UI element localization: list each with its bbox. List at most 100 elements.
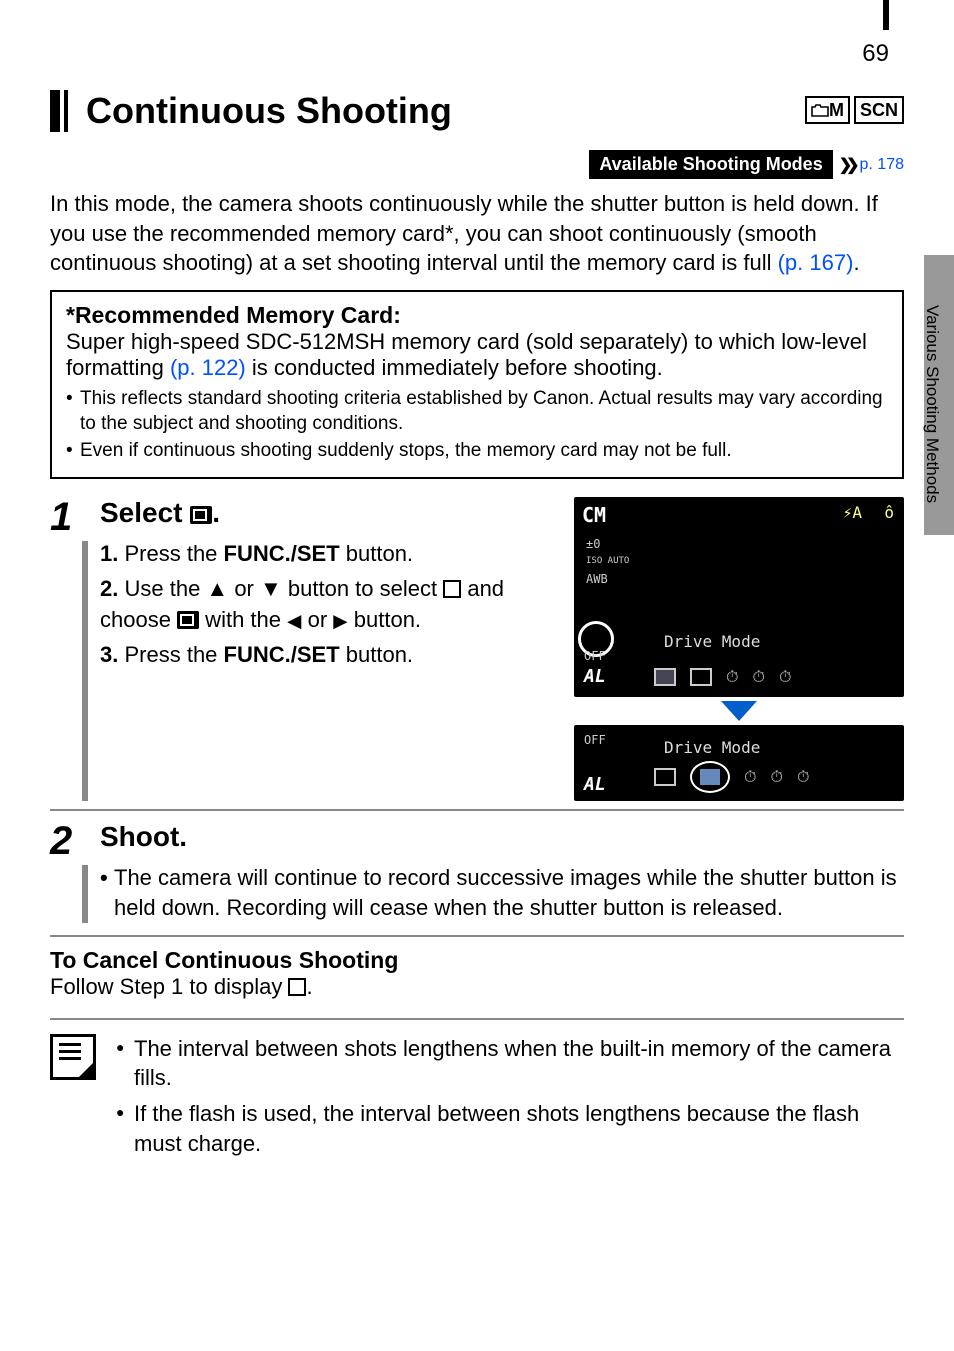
drive-timer-10-icon: ⏱ <box>744 767 756 787</box>
top-edge-marker <box>883 0 889 30</box>
step-1-sub-1: 1. Press the FUNC./SET button. <box>100 539 560 570</box>
note-1: The interval between shots lengthens whe… <box>116 1034 904 1093</box>
box-body: Super high-speed SDC-512MSH memory card … <box>66 329 888 381</box>
drive-continuous-selected-icon <box>690 761 730 793</box>
sub-2g: button. <box>348 607 421 632</box>
box-body-b: is conducted immediately before shooting… <box>246 355 663 380</box>
up-arrow-icon <box>206 576 228 601</box>
continuous-icon <box>190 506 212 524</box>
screen-iso: ISO AUTO <box>586 557 629 566</box>
screen2-al: AL <box>584 774 606 795</box>
step-1-heading: Select . <box>100 497 560 529</box>
sub-3a: Press the <box>124 642 223 667</box>
title-bar-thin <box>64 90 68 132</box>
step-2-bullet: The camera will continue to record succe… <box>100 863 904 922</box>
box-bullet-1: This reflects standard shooting criteria… <box>66 387 888 436</box>
screen-left-column: ±0 ISO AUTO AWB <box>586 537 629 586</box>
note-block: The interval between shots lengthens whe… <box>50 1018 904 1165</box>
camera-screen-bottom: OFF AL Drive Mode ⏱ ⏱ ⏱ <box>574 725 904 801</box>
box-bullet-2: Even if continuous shooting suddenly sto… <box>66 439 888 464</box>
recommended-card-box: *Recommended Memory Card: Super high-spe… <box>50 290 904 479</box>
mode-icon-camera-m: M <box>805 96 850 124</box>
camera-screen-top: CM ⚡A ô ±0 ISO AUTO AWB OFF AL Drive Mod… <box>574 497 904 697</box>
drive-timer-2-icon: ⏱ <box>770 767 782 787</box>
step-1-heading-post: . <box>212 497 220 528</box>
continuous-icon <box>177 611 199 629</box>
drive-timer-10-icon: ⏱ <box>726 667 738 687</box>
sub-2f: or <box>301 607 333 632</box>
screen-al: AL <box>584 666 606 687</box>
left-arrow-icon <box>287 607 301 632</box>
cancel-section: To Cancel Continuous Shooting Follow Ste… <box>50 935 904 1000</box>
step-num-wrap: 2 <box>50 821 88 922</box>
intro-paragraph: In this mode, the camera shoots continuo… <box>50 189 904 278</box>
sub-3b: button. <box>340 642 413 667</box>
chevrons-icon: ❯❯ <box>839 155 854 175</box>
drive-timer-2-icon: ⏱ <box>752 667 764 687</box>
single-shot-icon <box>288 978 306 996</box>
note-2: If the flash is used, the interval betwe… <box>116 1099 904 1158</box>
sub-num-1: 1. <box>100 541 118 566</box>
screen-drive-mode-label: Drive Mode <box>664 632 760 651</box>
step-2: 2 Shoot. The camera will continue to rec… <box>50 809 904 922</box>
screen2-drive-mode-label: Drive Mode <box>664 738 760 757</box>
step-1-heading-pre: Select <box>100 497 190 528</box>
box-link[interactable]: (p. 122) <box>170 355 246 380</box>
sub-1b: button. <box>340 541 413 566</box>
drive-continuous-icon <box>690 668 712 686</box>
step-1-number: 1 <box>50 497 88 537</box>
box-title: *Recommended Memory Card: <box>66 302 888 329</box>
down-triangle-icon <box>721 701 757 721</box>
screen-awb: AWB <box>586 572 629 586</box>
cancel-text: Follow Step 1 to display . <box>50 974 904 1000</box>
sub-num-3: 3. <box>100 642 118 667</box>
page-title: Continuous Shooting <box>86 90 805 132</box>
available-modes-row: Available Shooting Modes ❯❯ p. 178 <box>50 150 904 179</box>
sub-1a: Press the <box>124 541 223 566</box>
cancel-text-b: . <box>306 974 312 999</box>
sub-2c: button to select <box>282 576 443 601</box>
side-section-label: Various Shooting Methods <box>922 305 942 503</box>
step-1-sub-2: 2. Use the or button to select and choos… <box>100 574 560 636</box>
step-2-number: 2 <box>50 821 88 861</box>
intro-text-a: In this mode, the camera shoots continuo… <box>50 191 878 275</box>
step-1-sub-3: 3. Press the FUNC./SET button. <box>100 640 560 671</box>
screen-lock-icon: ô <box>884 503 894 522</box>
step-1: 1 Select . 1. Press the FUNC./SET button… <box>50 497 904 801</box>
single-shot-icon <box>443 580 461 598</box>
sub-2a: Use the <box>124 576 206 601</box>
available-modes-link[interactable]: p. 178 <box>860 156 904 174</box>
drive-timer-custom-icon: ⏱ <box>797 767 809 787</box>
cancel-title: To Cancel Continuous Shooting <box>50 947 904 974</box>
sub-3-bold: FUNC./SET <box>224 642 340 667</box>
camera-screen-illustration: CM ⚡A ô ±0 ISO AUTO AWB OFF AL Drive Mod… <box>574 497 904 801</box>
sub-1-bold: FUNC./SET <box>224 541 340 566</box>
sub-num-2: 2. <box>100 576 118 601</box>
screen-drive-mode-row: ⏱ ⏱ ⏱ <box>654 667 791 687</box>
drive-single-icon <box>654 668 676 686</box>
title-bar-thick <box>50 90 60 132</box>
step-num-wrap: 1 <box>50 497 88 801</box>
drive-timer-custom-icon: ⏱ <box>779 667 791 687</box>
screen-off: OFF <box>584 649 606 663</box>
sub-2e: with the <box>199 607 287 632</box>
step-2-heading: Shoot. <box>100 821 904 853</box>
sub-2b: or <box>228 576 260 601</box>
screen-flash-icon: ⚡A <box>843 503 862 522</box>
intro-text-b: . <box>853 250 859 275</box>
drive-single-icon <box>654 768 676 786</box>
right-arrow-icon <box>333 607 347 632</box>
cancel-text-a: Follow Step 1 to display <box>50 974 288 999</box>
down-arrow-icon <box>260 576 282 601</box>
screen-ev: ±0 <box>586 537 629 551</box>
screen-mode-cm: CM <box>582 503 606 527</box>
mode-icons: M SCN <box>805 96 904 124</box>
screen2-off: OFF <box>584 733 606 747</box>
title-row: Continuous Shooting M SCN <box>50 90 904 132</box>
screen2-drive-mode-row: ⏱ ⏱ ⏱ <box>654 761 809 793</box>
intro-link[interactable]: (p. 167) <box>778 250 854 275</box>
note-icon <box>50 1034 96 1080</box>
mode-icon-scn: SCN <box>854 96 904 124</box>
available-modes-label: Available Shooting Modes <box>589 150 832 179</box>
page-number: 69 <box>862 40 889 68</box>
